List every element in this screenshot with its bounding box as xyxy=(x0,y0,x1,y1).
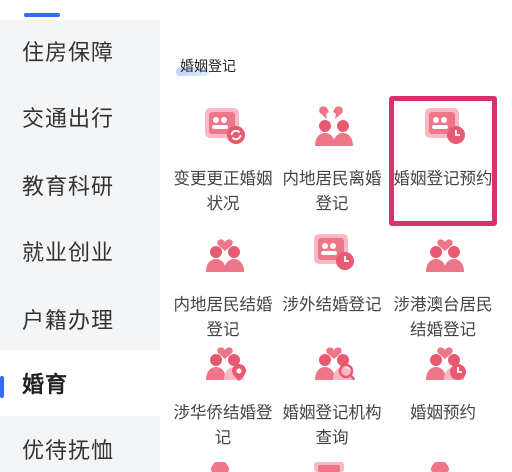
service-label: 涉华侨结婚登记 xyxy=(173,403,273,447)
heart-couple-icon xyxy=(206,239,244,272)
sidebar-item-transport[interactable]: 交通出行 xyxy=(0,84,160,150)
service-mainland-marriage[interactable]: 内地居民结婚登记 xyxy=(167,230,279,350)
sidebar-item-label: 户籍办理 xyxy=(22,309,115,334)
broken-heart-couple-icon xyxy=(315,106,353,146)
section-title: 婚姻登记 xyxy=(180,59,236,75)
active-item-indicator xyxy=(0,376,4,398)
service-hk-macao-taiwan-marriage[interactable]: 涉港澳台居民结婚登记 xyxy=(387,230,499,350)
sidebar-item-label: 优待抚恤 xyxy=(22,439,115,464)
certificate-refresh-icon xyxy=(205,108,245,144)
sidebar-item-label: 婚育 xyxy=(22,373,69,398)
service-label: 内地居民结婚登记 xyxy=(173,295,273,339)
service-label: 变更更正婚姻状况 xyxy=(173,169,273,213)
sidebar-item-label: 就业创业 xyxy=(22,241,115,266)
heart-couple-search-icon xyxy=(315,347,356,381)
service-overseas-chinese-marriage[interactable]: 涉华侨结婚登记 xyxy=(167,338,279,458)
sidebar-item-preferential[interactable]: 优待抚恤 xyxy=(0,416,160,472)
heart-couple-icon xyxy=(210,462,230,472)
heart-couple-location-icon xyxy=(206,347,246,381)
service-foreign-marriage[interactable]: 涉外结婚登记 xyxy=(276,230,388,350)
service-label: 婚姻预约 xyxy=(410,403,476,422)
sidebar-item-label: 交通出行 xyxy=(22,107,115,132)
heart-couple-icon xyxy=(430,462,450,472)
category-sidebar: 住房保障 交通出行 教育科研 就业创业 户籍办理 婚育 优待抚恤 xyxy=(0,20,160,472)
sidebar-item-employment[interactable]: 就业创业 xyxy=(0,218,160,284)
sidebar-item-marriage[interactable]: 婚育 xyxy=(0,350,160,416)
heart-couple-icon xyxy=(426,239,464,272)
service-registry-office-search[interactable]: 婚姻登记机构查询 xyxy=(276,338,388,458)
sidebar-item-education[interactable]: 教育科研 xyxy=(0,152,160,218)
service-change-marital-status[interactable]: 变更更正婚姻状况 xyxy=(167,104,279,224)
service-marriage-reservation[interactable]: 婚姻预约 xyxy=(387,338,499,458)
top-tab-strip xyxy=(0,0,512,20)
sidebar-item-label: 住房保障 xyxy=(22,41,115,66)
active-tab-indicator xyxy=(24,13,60,17)
heart-couple-clock-icon xyxy=(426,347,466,380)
certificate-clock-icon xyxy=(314,234,354,270)
certificate-icon xyxy=(314,462,344,472)
service-label: 涉外结婚登记 xyxy=(282,295,382,314)
service-label: 婚姻登记机构查询 xyxy=(282,403,382,447)
service-label: 涉港澳台居民结婚登记 xyxy=(393,295,493,339)
service-label: 内地居民离婚登记 xyxy=(282,169,382,213)
sidebar-item-label: 教育科研 xyxy=(22,175,115,200)
sidebar-item-housing[interactable]: 住房保障 xyxy=(0,18,160,84)
highlight-annotation-box xyxy=(389,96,497,226)
service-mainland-divorce[interactable]: 内地居民离婚登记 xyxy=(276,104,388,224)
sidebar-item-household[interactable]: 户籍办理 xyxy=(0,286,160,352)
